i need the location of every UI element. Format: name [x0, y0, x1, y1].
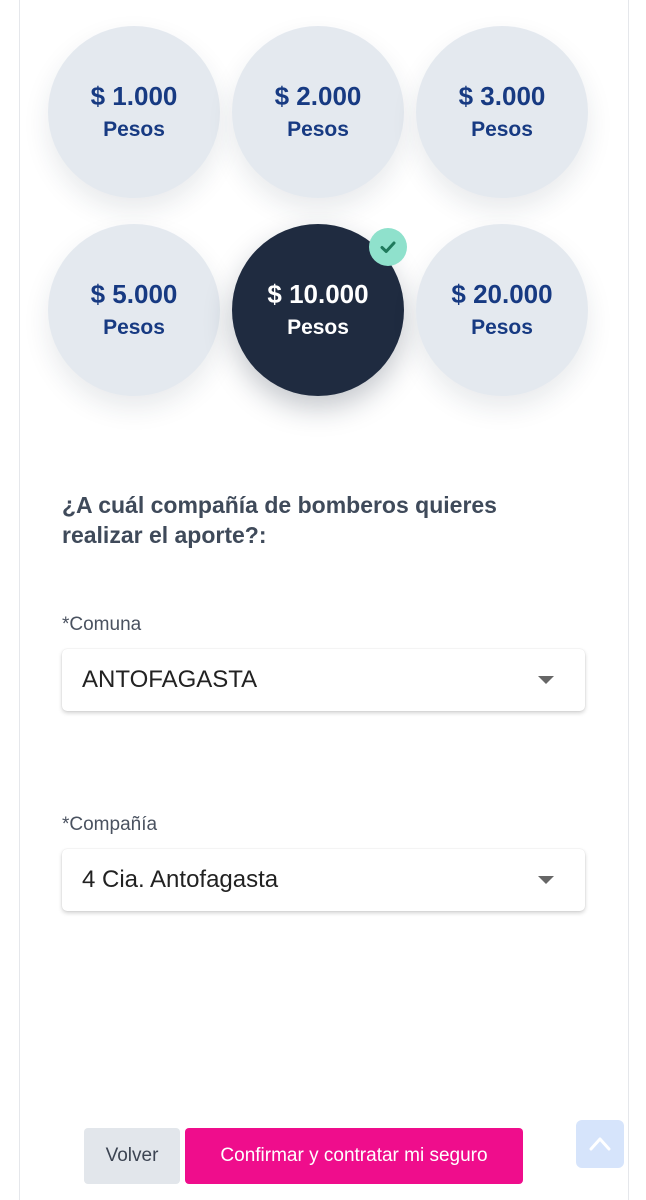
back-button[interactable]: Volver: [84, 1128, 180, 1184]
arrow-up-icon: [589, 1137, 611, 1151]
check-icon: [380, 241, 396, 253]
compania-value: 4 Cia. Antofagasta: [82, 866, 279, 893]
amount-option-3000[interactable]: $ 3.000 Pesos: [416, 26, 588, 198]
amount-unit: Pesos: [103, 316, 165, 339]
amount-value: $ 5.000: [90, 279, 178, 309]
amount-option-2000[interactable]: $ 2.000 Pesos: [232, 26, 404, 198]
amount-value: $ 2.000: [274, 81, 362, 111]
amount-unit: Pesos: [103, 118, 165, 141]
compania-select[interactable]: 4 Cia. Antofagasta: [62, 849, 585, 911]
amount-value: $ 20.000: [451, 279, 553, 309]
compania-label: *Compañía: [62, 814, 158, 835]
confirm-button[interactable]: Confirmar y contratar mi seguro: [185, 1128, 523, 1184]
back-to-top-button[interactable]: [576, 1120, 624, 1168]
chevron-down-icon: [538, 876, 554, 884]
amount-unit: Pesos: [471, 118, 533, 141]
amount-option-20000[interactable]: $ 20.000 Pesos: [416, 224, 588, 396]
chevron-down-icon: [538, 676, 554, 684]
page: $ 1.000 Pesos $ 2.000 Pesos $ 3.000 Peso…: [0, 0, 646, 1200]
comuna-select[interactable]: ANTOFAGASTA: [62, 649, 585, 711]
amount-option-1000[interactable]: $ 1.000 Pesos: [48, 26, 220, 198]
amount-unit: Pesos: [287, 118, 349, 141]
amount-unit: Pesos: [287, 316, 349, 339]
amount-value: $ 3.000: [458, 81, 546, 111]
amount-value: $ 1.000: [90, 81, 178, 111]
amount-value: $ 10.000: [267, 279, 369, 309]
selected-check-badge: [369, 228, 407, 266]
comuna-value: ANTOFAGASTA: [82, 666, 258, 693]
comuna-label: *Comuna: [62, 614, 142, 635]
company-question: ¿A cuál compañía de bomberos quieres rea…: [62, 492, 497, 548]
amount-option-5000[interactable]: $ 5.000 Pesos: [48, 224, 220, 396]
amount-unit: Pesos: [471, 316, 533, 339]
